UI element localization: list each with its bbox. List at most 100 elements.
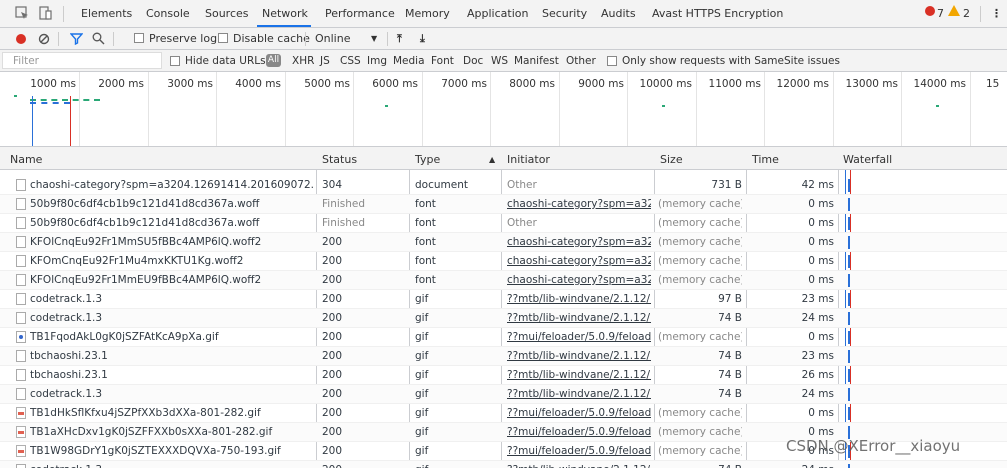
import-har-icon[interactable]: ⤒ [397, 32, 402, 46]
filter-input[interactable]: Filter [2, 52, 162, 69]
request-size: (memory cache) [658, 217, 742, 229]
export-har-icon[interactable]: ⤓ [420, 32, 425, 46]
request-initiator[interactable]: ??mui/feloader/5.0.9/feload... [507, 445, 651, 457]
request-name[interactable]: TB1dHkSflKfxu4jSZPfXXb3dXXa-801-282.gif [30, 407, 314, 419]
column-header-name[interactable]: Name [10, 153, 42, 166]
chevron-down-icon[interactable]: ▼ [371, 34, 377, 43]
request-name[interactable]: KFOmCnqEu92Fr1Mu4mxKKTU1Kg.woff2 [30, 255, 314, 267]
samesite-checkbox[interactable] [607, 56, 617, 66]
tab-sources[interactable]: Sources [205, 7, 249, 20]
table-row[interactable]: chaoshi-category?spm=a3204.12691414.2016… [0, 176, 1007, 195]
throttling-select[interactable]: Online [315, 32, 350, 45]
filter-js[interactable]: JS [320, 55, 330, 67]
table-row[interactable]: 50b9f80c6df4cb1b9c121d41d8cd367a.woff Fin… [0, 195, 1007, 214]
tab-elements[interactable]: Elements [81, 7, 132, 20]
request-initiator[interactable]: ??mtb/lib-windvane/2.1.12/... [507, 312, 651, 324]
table-row[interactable]: codetrack.1.3 200 gif ??mtb/lib-windvane/2.… [0, 461, 1007, 468]
request-name[interactable]: chaoshi-category?spm=a3204.12691414.2016… [30, 179, 314, 191]
column-header-status[interactable]: Status [322, 153, 357, 166]
filter-other[interactable]: Other [566, 55, 596, 67]
request-name[interactable]: TB1aXHcDxv1gK0jSZFFXXb0sXXa-801-282.gif [30, 426, 314, 438]
column-header-waterfall[interactable]: Waterfall [843, 153, 892, 166]
filter-font[interactable]: Font [431, 55, 454, 67]
request-name[interactable]: tbchaoshi.23.1 [30, 350, 314, 362]
tab-application[interactable]: Application [467, 7, 528, 20]
table-row[interactable]: TB1FqodAkL0gK0jSZFAtKcA9pXa.gif 200 gif ??m… [0, 328, 1007, 347]
error-count[interactable]: 7 [937, 7, 944, 20]
request-initiator[interactable]: chaoshi-category?spm=a32... [507, 255, 651, 267]
table-row[interactable]: 50b9f80c6df4cb1b9c121d41d8cd367a.woff Fin… [0, 214, 1007, 233]
device-toolbar-icon[interactable] [37, 5, 53, 21]
timeline-activity [385, 105, 388, 107]
table-row[interactable]: tbchaoshi.23.1 200 gif ??mtb/lib-windvane/2… [0, 366, 1007, 385]
clear-icon[interactable] [38, 33, 50, 48]
table-row[interactable]: KFOmCnqEu92Fr1Mu4mxKKTU1Kg.woff2 200 font c… [0, 252, 1007, 271]
request-name[interactable]: codetrack.1.3 [30, 293, 314, 305]
request-name[interactable]: KFOlCnqEu92Fr1MmEU9fBBc4AMP6lQ.woff2 [30, 274, 314, 286]
filter-xhr[interactable]: XHR [292, 55, 314, 67]
request-initiator[interactable]: chaoshi-category?spm=a32... [507, 274, 651, 286]
request-name[interactable]: 50b9f80c6df4cb1b9c121d41d8cd367a.woff [30, 198, 314, 210]
table-row[interactable]: KFOlCnqEu92Fr1MmEU9fBBc4AMP6lQ.woff2 200 f… [0, 271, 1007, 290]
warning-icon[interactable] [948, 5, 960, 16]
filter-all-button[interactable]: All [266, 54, 281, 67]
table-row[interactable]: KFOlCnqEu92Fr1MmSU5fBBc4AMP6lQ.woff2 200 f… [0, 233, 1007, 252]
disable-cache-checkbox[interactable] [218, 33, 228, 43]
tab-console[interactable]: Console [146, 7, 190, 20]
warning-count[interactable]: 2 [963, 7, 970, 20]
tab-network[interactable]: Network [262, 7, 308, 20]
record-icon[interactable] [16, 34, 26, 44]
request-name[interactable]: codetrack.1.3 [30, 312, 314, 324]
request-name[interactable]: codetrack.1.3 [30, 388, 314, 400]
request-initiator[interactable]: chaoshi-category?spm=a32... [507, 236, 651, 248]
request-initiator[interactable]: ??mtb/lib-windvane/2.1.12/... [507, 350, 651, 362]
request-initiator[interactable]: ??mtb/lib-windvane/2.1.12/... [507, 388, 651, 400]
tab-avast-https-encryption[interactable]: Avast HTTPS Encryption [652, 7, 783, 20]
tab-security[interactable]: Security [542, 7, 587, 20]
request-size: 74 B [718, 312, 742, 324]
filter-img[interactable]: Img [367, 55, 387, 67]
filter-doc[interactable]: Doc [463, 55, 483, 67]
request-initiator[interactable]: ??mui/feloader/5.0.9/feload... [507, 331, 651, 343]
request-status: 200 [322, 388, 343, 400]
filter-manifest[interactable]: Manifest [514, 55, 559, 67]
table-row[interactable]: tbchaoshi.23.1 200 gif ??mtb/lib-windvane/2… [0, 347, 1007, 366]
tab-audits[interactable]: Audits [601, 7, 636, 20]
inspect-element-icon[interactable] [14, 5, 30, 21]
filter-css[interactable]: CSS [340, 55, 361, 67]
request-time: 0 ms [808, 217, 834, 229]
hide-data-urls-checkbox[interactable] [170, 56, 180, 66]
request-initiator[interactable]: ??mtb/lib-windvane/2.1.12/... [507, 293, 651, 305]
column-header-initiator[interactable]: Initiator [507, 153, 550, 166]
sort-ascending-icon[interactable]: ▲ [489, 155, 495, 164]
request-name[interactable]: TB1FqodAkL0gK0jSZFAtKcA9pXa.gif [30, 331, 314, 343]
error-icon[interactable] [925, 6, 935, 16]
table-row[interactable]: TB1dHkSflKfxu4jSZPfXXb3dXXa-801-282.gif 2… [0, 404, 1007, 423]
request-name[interactable]: 50b9f80c6df4cb1b9c121d41d8cd367a.woff [30, 217, 314, 229]
request-initiator[interactable]: ??mui/feloader/5.0.9/feload... [507, 426, 651, 438]
request-initiator[interactable]: ??mui/feloader/5.0.9/feload... [507, 407, 651, 419]
tab-performance[interactable]: Performance [325, 7, 395, 20]
request-initiator[interactable]: chaoshi-category?spm=a32... [507, 198, 651, 210]
filter-icon[interactable] [69, 32, 84, 48]
more-options-icon[interactable]: ⋮ [991, 7, 1002, 20]
preserve-log-checkbox[interactable] [134, 33, 144, 43]
request-initiator[interactable]: ??mtb/lib-windvane/2.1.12/... [507, 464, 651, 468]
column-header-type[interactable]: Type [415, 153, 440, 166]
request-status: 200 [322, 236, 343, 248]
request-name[interactable]: TB1W98GDrY1gK0jSZTEXXXDQVXa-750-193.gif [30, 445, 314, 457]
request-name[interactable]: tbchaoshi.23.1 [30, 369, 314, 381]
table-row[interactable]: codetrack.1.3 200 gif ??mtb/lib-windvane/2.… [0, 309, 1007, 328]
search-icon[interactable] [92, 32, 105, 48]
filter-media[interactable]: Media [393, 55, 425, 67]
request-initiator[interactable]: ??mtb/lib-windvane/2.1.12/... [507, 369, 651, 381]
tab-memory[interactable]: Memory [405, 7, 450, 20]
table-row[interactable]: codetrack.1.3 200 gif ??mtb/lib-windvane/2.… [0, 290, 1007, 309]
filter-ws[interactable]: WS [491, 55, 508, 67]
request-name[interactable]: KFOlCnqEu92Fr1MmSU5fBBc4AMP6lQ.woff2 [30, 236, 314, 248]
column-header-size[interactable]: Size [660, 153, 683, 166]
request-name[interactable]: codetrack.1.3 [30, 464, 314, 468]
timeline-overview[interactable]: 1000 ms 2000 ms 3000 ms 4000 ms 5000 ms … [0, 72, 1007, 152]
table-row[interactable]: codetrack.1.3 200 gif ??mtb/lib-windvane/2.… [0, 385, 1007, 404]
column-header-time[interactable]: Time [752, 153, 779, 166]
